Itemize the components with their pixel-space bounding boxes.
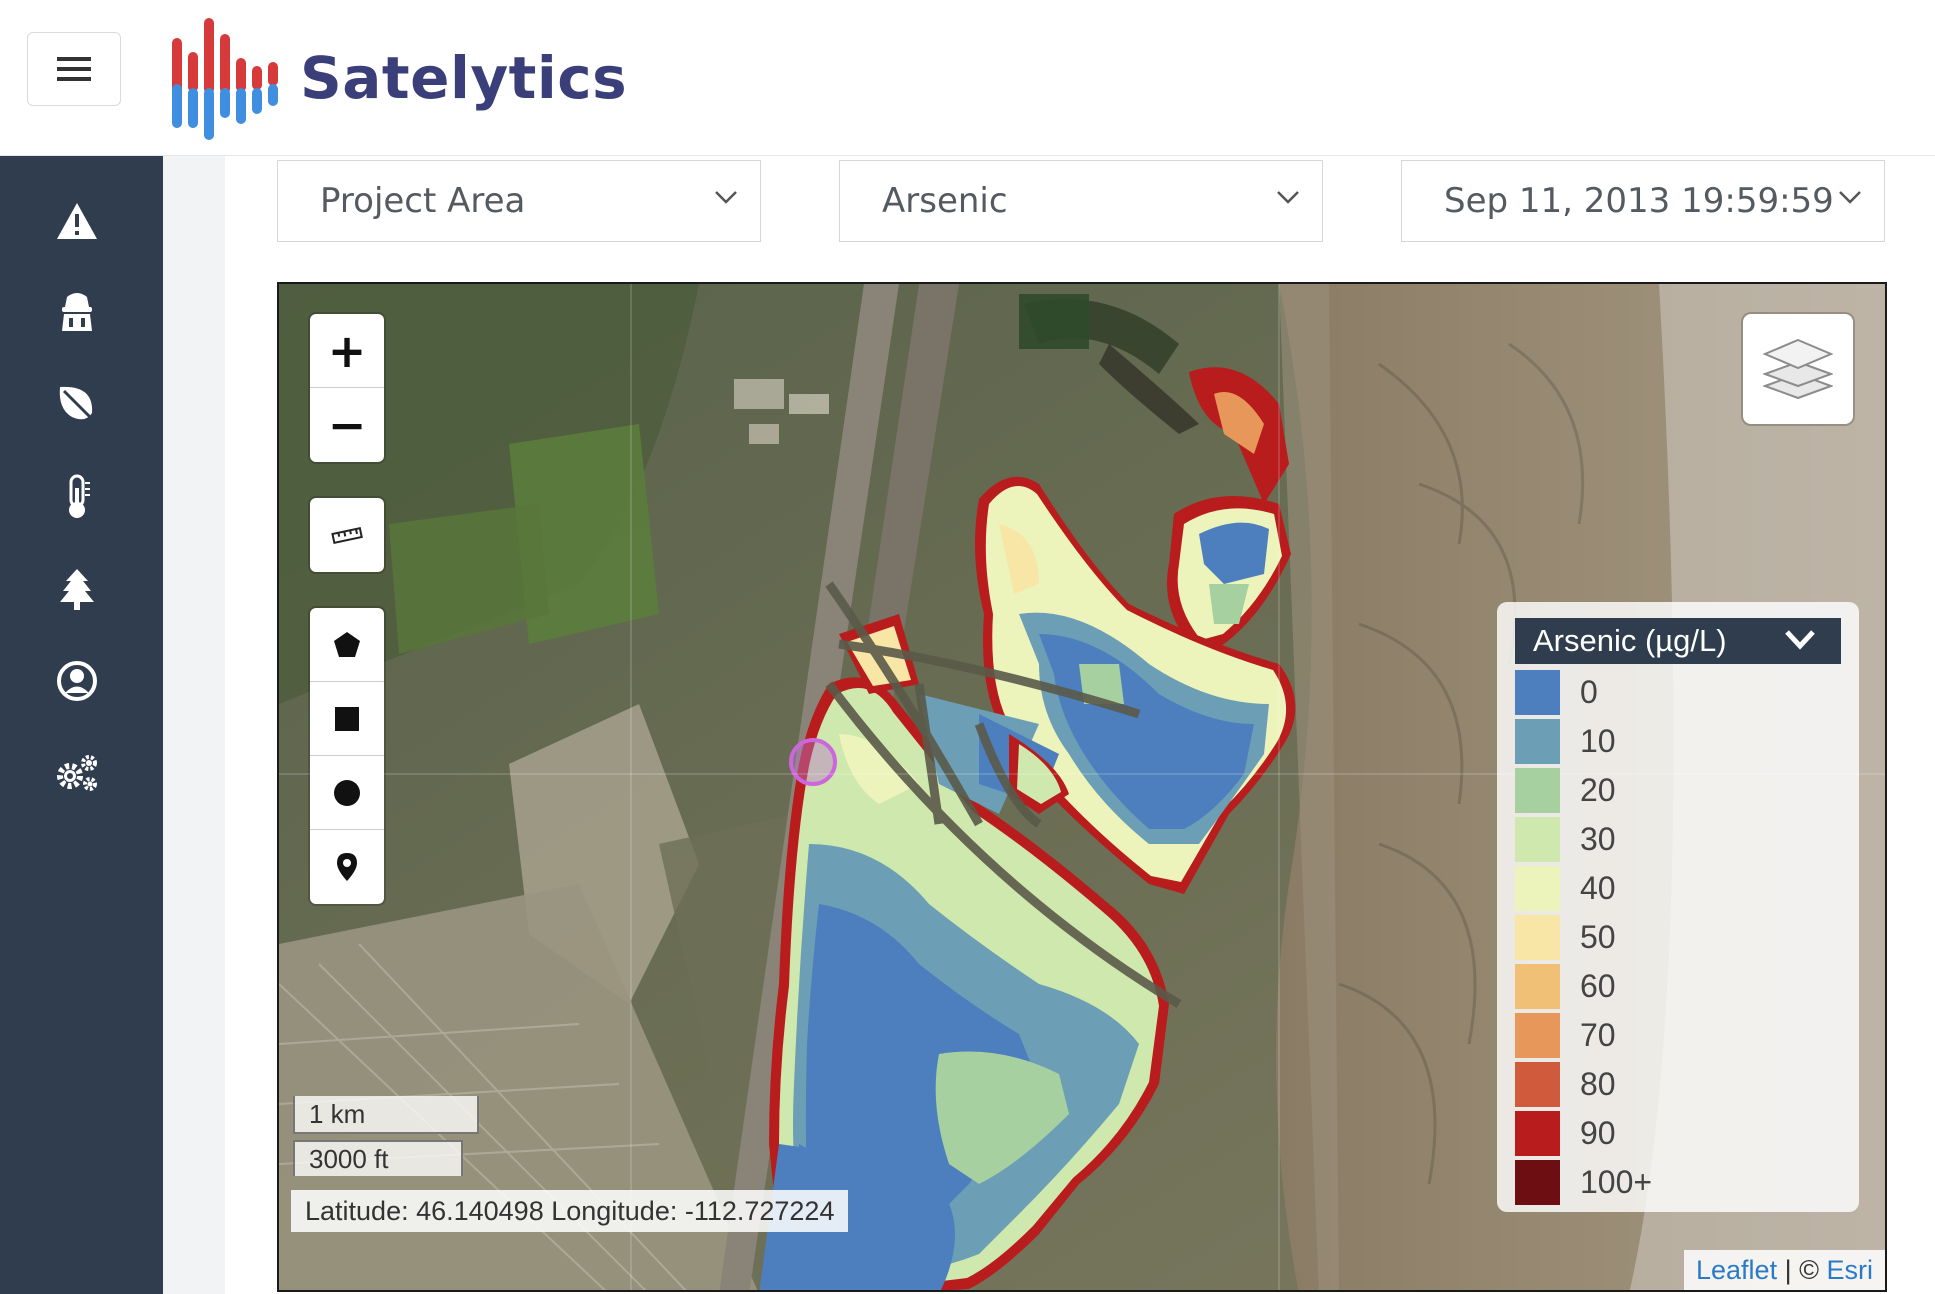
leaf-icon xyxy=(59,386,98,425)
legend-label: 30 xyxy=(1580,821,1616,857)
draw-marker-button[interactable] xyxy=(310,830,384,904)
legend-swatch xyxy=(1515,1111,1560,1156)
draw-circle-button[interactable] xyxy=(310,756,384,830)
legend-label: 100+ xyxy=(1580,1164,1653,1200)
legend-title: Arsenic (µg/L) xyxy=(1533,623,1727,658)
tree-icon xyxy=(60,569,94,610)
thermometer-icon xyxy=(69,474,90,518)
coordinates-readout: Latitude: 46.140498 Longitude: -112.7272… xyxy=(291,1190,849,1232)
coordinates-text: Latitude: 46.140498 Longitude: -112.7272… xyxy=(305,1195,835,1226)
legend-item: 50 xyxy=(1515,913,1616,962)
legend-swatch xyxy=(1515,670,1560,715)
legend-item: 60 xyxy=(1515,962,1616,1011)
zoom-out-label: − xyxy=(327,398,367,452)
map-view[interactable]: + − Arsenic (µg/L) 0 10 20 30 40 50 60 7… xyxy=(277,282,1887,1292)
attribution-separator: | © xyxy=(1777,1254,1827,1285)
esri-link[interactable]: Esri xyxy=(1827,1255,1874,1286)
zoom-controls: + − xyxy=(310,314,384,462)
measure-control xyxy=(310,498,384,572)
legend-swatch xyxy=(1515,1160,1560,1205)
leaflet-link[interactable]: Leaflet xyxy=(1696,1255,1777,1286)
sidebar-item-alerts[interactable] xyxy=(52,196,102,246)
legend-label: 90 xyxy=(1580,1115,1616,1151)
area-select-value: Project Area xyxy=(320,181,526,221)
legend-label: 40 xyxy=(1580,870,1616,906)
legend-swatch xyxy=(1515,866,1560,911)
page-gutter xyxy=(163,156,225,1294)
gears-icon xyxy=(57,755,97,791)
layers-icon xyxy=(1763,338,1833,400)
chevron-down-icon xyxy=(715,191,737,204)
legend-label: 20 xyxy=(1580,772,1616,808)
user-icon xyxy=(57,661,97,701)
legend-item: 20 xyxy=(1515,766,1616,815)
legend-panel: Arsenic (µg/L) 0 10 20 30 40 50 60 70 80… xyxy=(1497,602,1859,1212)
legend-item: 100+ xyxy=(1515,1158,1652,1207)
legend-toggle[interactable]: Arsenic (µg/L) xyxy=(1515,618,1841,664)
scale-imperial: 3000 ft xyxy=(293,1140,463,1176)
chevron-down-icon xyxy=(1839,191,1861,204)
datetime-select-value: Sep 11, 2013 19:59:59 xyxy=(1444,181,1834,221)
legend-item: 0 xyxy=(1515,668,1598,717)
legend-swatch xyxy=(1515,1062,1560,1107)
legend-item: 90 xyxy=(1515,1109,1616,1158)
sidebar-item-forestry[interactable] xyxy=(52,564,102,614)
legend-label: 0 xyxy=(1580,674,1598,710)
brand-name: Satelytics xyxy=(300,44,628,112)
marker-icon xyxy=(337,853,357,881)
legend-item: 40 xyxy=(1515,864,1616,913)
sidebar-item-account[interactable] xyxy=(52,656,102,706)
zoom-in-label: + xyxy=(327,323,367,378)
parameter-select-value: Arsenic xyxy=(882,181,1008,221)
legend-swatch xyxy=(1515,1013,1560,1058)
scale-metric-label: 1 km xyxy=(309,1098,366,1129)
top-header: Satelytics xyxy=(0,0,1935,156)
sidebar-item-vegetation[interactable] xyxy=(52,379,102,429)
legend-label: 50 xyxy=(1580,919,1616,955)
logo-mark-icon xyxy=(172,18,278,140)
legend-swatch xyxy=(1515,768,1560,813)
legend-swatch xyxy=(1515,817,1560,862)
chevron-down-icon xyxy=(1277,191,1299,204)
brand-logo[interactable]: Satelytics xyxy=(168,14,627,142)
circle-icon xyxy=(334,779,360,806)
layers-button[interactable] xyxy=(1743,314,1853,424)
sidebar-item-temperature[interactable] xyxy=(52,472,102,522)
legend-swatch xyxy=(1515,719,1560,764)
mask-icon xyxy=(62,293,92,331)
area-select[interactable]: Project Area xyxy=(277,160,761,242)
legend-label: 10 xyxy=(1580,723,1616,759)
sidebar-item-settings[interactable] xyxy=(52,748,102,798)
draw-rectangle-button[interactable] xyxy=(310,682,384,756)
datetime-select[interactable]: Sep 11, 2013 19:59:59 xyxy=(1401,160,1885,242)
menu-button[interactable] xyxy=(27,32,121,106)
sidebar-item-gas-emissions[interactable] xyxy=(52,287,102,337)
legend-item: 70 xyxy=(1515,1011,1616,1060)
legend-item: 10 xyxy=(1515,717,1616,766)
chevron-down-icon xyxy=(1785,630,1815,650)
sidebar xyxy=(0,156,163,1294)
warning-icon xyxy=(57,203,97,239)
map-attribution: Leaflet | © Esri xyxy=(1684,1250,1885,1290)
scale-imperial-label: 3000 ft xyxy=(309,1143,389,1174)
legend-swatch xyxy=(1515,964,1560,1009)
zoom-out-button[interactable]: − xyxy=(310,388,384,462)
legend-item: 80 xyxy=(1515,1060,1616,1109)
zoom-in-button[interactable]: + xyxy=(310,314,384,388)
hamburger-icon xyxy=(57,57,91,81)
legend-label: 60 xyxy=(1580,968,1616,1004)
rectangle-icon xyxy=(335,706,359,731)
legend-label: 80 xyxy=(1580,1066,1616,1102)
draw-polygon-button[interactable] xyxy=(310,608,384,682)
polygon-icon xyxy=(334,631,360,657)
ruler-icon xyxy=(331,526,363,544)
parameter-select[interactable]: Arsenic xyxy=(839,160,1323,242)
legend-swatch xyxy=(1515,915,1560,960)
scale-metric: 1 km xyxy=(293,1096,479,1134)
legend-label: 70 xyxy=(1580,1017,1616,1053)
legend-item: 30 xyxy=(1515,815,1616,864)
measure-button[interactable] xyxy=(310,498,384,572)
draw-toolbar xyxy=(310,608,384,904)
